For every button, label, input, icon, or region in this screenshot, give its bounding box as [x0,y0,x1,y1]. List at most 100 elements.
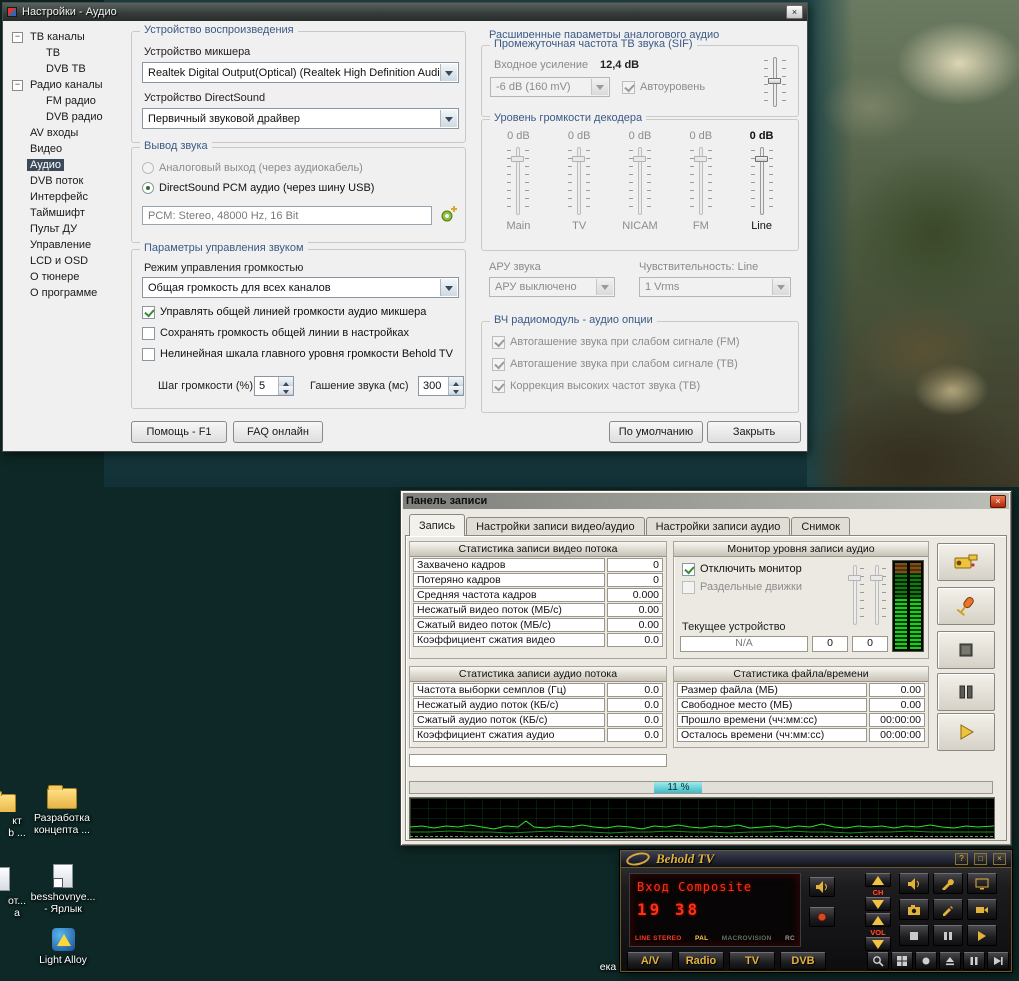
play-button[interactable] [937,713,995,751]
radio-icon[interactable] [142,162,154,174]
tree-item[interactable]: ТВ каналы [9,29,129,45]
mute-time-spinner[interactable]: 300 [418,376,464,396]
tree-item[interactable]: О программе [9,285,129,301]
recorder-tab[interactable]: Запись [409,514,465,536]
volume-mode-combo[interactable]: Общая громкость для всех каналов [142,277,459,298]
record-button[interactable] [809,907,835,927]
recorder-tab[interactable]: Настройки записи видео/аудио [466,517,644,536]
slider-thumb[interactable] [755,156,768,162]
channel-volume-slider[interactable] [690,144,712,218]
slider-thumb[interactable] [848,575,861,581]
close-button[interactable]: Закрыть [707,421,801,443]
faq-button[interactable]: FAQ онлайн [233,421,323,443]
tools-button[interactable] [933,873,963,894]
checkbox-icon[interactable] [142,348,155,361]
radio-option[interactable]: DirectSound PCM аудио (через шину USB) [142,182,374,194]
spinner-arrows-icon[interactable] [278,377,293,395]
eject-button[interactable] [939,952,961,970]
checkbox-option[interactable]: Сохранять громкость общей линии в настро… [142,327,453,340]
source-button[interactable]: Radio [678,952,724,970]
desktop-icon-folder[interactable]: Разработка концепта ... [24,784,100,836]
remote-help-button[interactable]: ? [955,853,968,865]
layout-button[interactable] [891,952,913,970]
checkbox-option[interactable]: Автогашение звука при слабом сигнале (FM… [492,336,740,349]
recorder-tab[interactable]: Настройки записи аудио [646,517,791,536]
autolevel-checkbox[interactable]: Автоуровень [622,81,705,94]
tree-item[interactable]: Аудио [9,157,129,173]
snapshot-button[interactable] [899,899,929,920]
slider-thumb[interactable] [633,156,646,162]
tree-item[interactable]: Управление [9,237,129,253]
channel-down-button[interactable] [865,897,891,911]
tree-item[interactable]: DVB поток [9,173,129,189]
edit-button[interactable] [933,899,963,920]
remote-close-button[interactable]: × [993,853,1006,865]
checkbox-icon[interactable] [682,581,695,594]
recorder-tab[interactable]: Снимок [791,517,850,536]
volume-up-button[interactable] [865,913,891,927]
checkbox-icon[interactable] [492,358,505,371]
tree-item[interactable]: DVB ТВ [9,61,129,77]
source-button[interactable]: DVB [780,952,826,970]
tree-item[interactable]: ТВ [9,45,129,61]
sensitivity-combo[interactable]: 1 Vrms [639,277,791,297]
desktop-icon-light-alloy[interactable]: Light Alloy [28,928,98,966]
tree-item[interactable]: AV входы [9,125,129,141]
spinner-arrows-icon[interactable] [448,377,463,395]
chevron-down-icon[interactable] [772,279,789,295]
checkbox-icon[interactable] [492,336,505,349]
pause-bars-button[interactable] [963,952,985,970]
defaults-button[interactable]: По умолчанию [609,421,703,443]
chevron-down-icon[interactable] [440,279,457,296]
stop-button[interactable] [899,925,929,946]
slider-thumb[interactable] [768,78,781,84]
recorder-titlebar[interactable]: Панель записи × [403,493,1009,509]
remote-titlebar[interactable]: Behold TV ? □ × [621,851,1011,868]
tree-item[interactable]: Интерфейс [9,189,129,205]
volume-down-button[interactable] [865,937,891,951]
pcm-config-button[interactable] [438,205,458,225]
desktop-icon-shortcut[interactable]: besshovnye... - Ярлык [24,864,102,915]
zoom-button[interactable] [867,952,889,970]
channel-volume-slider[interactable] [629,144,651,218]
chevron-down-icon[interactable] [440,110,457,127]
checkbox-icon[interactable] [622,81,635,94]
monitor-left-slider[interactable] [846,562,864,628]
stop-button[interactable] [937,631,995,669]
chevron-down-icon[interactable] [591,79,608,95]
pause-button[interactable] [933,925,963,946]
radio-icon[interactable] [142,182,154,194]
settings-close-button[interactable]: × [786,5,803,19]
sif-level-slider[interactable] [764,54,786,110]
desktop-icon-clipped-3[interactable]: ека [590,958,626,973]
channel-volume-slider[interactable] [507,144,529,218]
chevron-down-icon[interactable] [596,279,613,295]
channel-volume-slider[interactable] [751,144,773,218]
slider-thumb[interactable] [870,575,883,581]
checkbox-option[interactable]: Коррекция высоких частот звука (ТВ) [492,380,740,393]
tree-item[interactable]: Пульт ДУ [9,221,129,237]
tree-item[interactable]: О тюнере [9,269,129,285]
agc-combo[interactable]: АРУ выключено [489,277,615,297]
pcm-format-field[interactable]: PCM: Stereo, 48000 Hz, 16 Bit [142,206,432,225]
slider-thumb[interactable] [572,156,585,162]
record-dot-button[interactable] [915,952,937,970]
checkbox-icon[interactable] [142,327,155,340]
monitor-right-slider[interactable] [868,562,886,628]
input-gain-combo[interactable]: -6 dB (160 mV) [490,77,610,97]
slider-thumb[interactable] [511,156,524,162]
record-video-button[interactable] [937,543,995,581]
directsound-device-combo[interactable]: Первичный звуковой драйвер [142,108,459,129]
record-audio-button[interactable] [937,587,995,625]
tree-item[interactable]: DVB радио [9,109,129,125]
tree-item[interactable]: Радио каналы [9,77,129,93]
checkbox-icon[interactable] [492,380,505,393]
channel-up-button[interactable] [865,873,891,887]
checkbox-option[interactable]: Раздельные движки [682,581,802,594]
remote-minimize-button[interactable]: □ [974,853,987,865]
mixer-device-combo[interactable]: Realtek Digital Output(Optical) (Realtek… [142,62,459,83]
audio-button[interactable] [899,873,929,894]
tree-item[interactable]: FM радио [9,93,129,109]
play-button[interactable] [967,925,997,946]
radio-option[interactable]: Аналоговый выход (через аудиокабель) [142,162,374,174]
